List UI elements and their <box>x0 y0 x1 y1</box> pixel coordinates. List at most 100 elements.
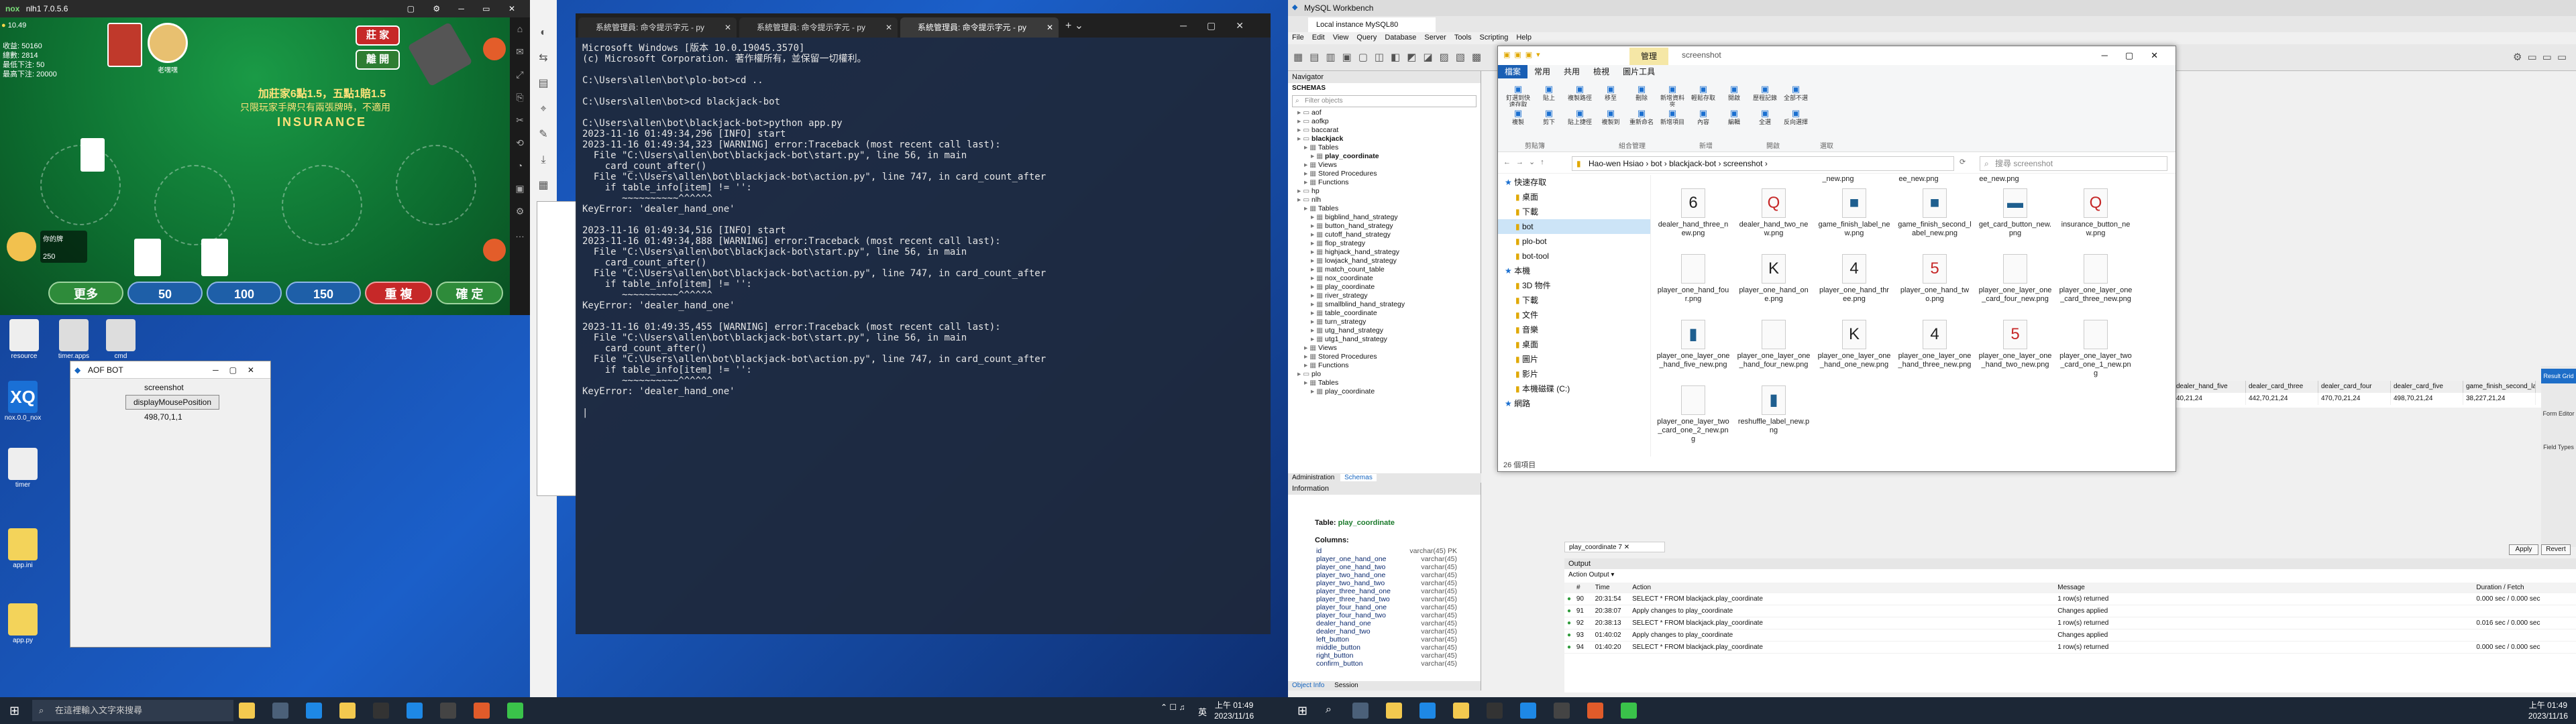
menu-item-query[interactable]: Query <box>1352 32 1381 43</box>
display-mouse-position-button[interactable]: displayMousePosition <box>125 395 219 410</box>
terminal-icon[interactable] <box>373 703 389 719</box>
terminal-output[interactable]: Microsoft Windows [版本 10.0.19045.3570] (c… <box>582 43 1260 619</box>
result-column-header[interactable]: game_finish_second_label <box>2463 381 2536 393</box>
ribbon-button[interactable]: ▣ 貼上 <box>1534 84 1564 107</box>
result-column-header[interactable]: dealer_hand_five <box>2174 381 2246 393</box>
desktop-icon-timer-apps[interactable]: timer.apps <box>54 319 94 360</box>
clock[interactable]: 上午 01:49 2023/11/16 <box>2528 700 2568 721</box>
file-item[interactable]: ee_new.png <box>1882 175 1955 184</box>
ribbon-button[interactable]: ▣ 全部不選 <box>1781 84 1811 107</box>
menu-item-tools[interactable]: Tools <box>1450 32 1476 43</box>
result-grid-toggle[interactable]: Result Grid <box>2541 369 2576 383</box>
nox-window-controls[interactable]: ▢ ⚙ ─ ▭ ✕ <box>407 0 523 17</box>
output-row[interactable]: ● 93 01:40:02 Apply changes to play_coordin… <box>1564 629 2576 642</box>
file-item[interactable]: player_one_layer_one_card_four_new.png <box>1978 254 2052 304</box>
ribbon-tab[interactable]: 常用 <box>1527 65 1557 78</box>
nav-pane-item[interactable]: ▮ 下載 <box>1498 204 1650 219</box>
schema-tree-item[interactable]: ▸ ▦ Functions <box>1291 178 1481 187</box>
explorer-taskbar-icon[interactable] <box>1386 703 1402 719</box>
apply-button[interactable]: Apply <box>2509 544 2538 555</box>
output-row[interactable]: ● 91 20:38:07 Apply changes to play_coordin… <box>1564 605 2576 617</box>
desktop-icon-timer[interactable]: timer <box>3 448 43 489</box>
explorer-window-controls[interactable]: ─▢✕ <box>2088 46 2176 65</box>
file-item[interactable]: Qinsurance_button_new.png <box>2059 188 2133 238</box>
seat-2[interactable] <box>154 165 235 245</box>
line-icon[interactable] <box>507 703 523 719</box>
nav-pane-item[interactable]: ▮ 影片 <box>1498 367 1650 381</box>
close-icon[interactable]: ✕ <box>885 17 892 38</box>
result-column-header[interactable]: dealer_card_four <box>2318 381 2391 393</box>
output-row[interactable]: ● 90 20:31:54 SELECT * FROM blackjack.play_… <box>1564 593 2576 605</box>
folder-icon[interactable] <box>339 703 356 719</box>
nav-pane-item[interactable]: ★ 網路 <box>1498 396 1650 411</box>
schema-tree-item[interactable]: ▸ ▭ hp <box>1291 187 1481 196</box>
seat-3[interactable] <box>282 165 362 245</box>
app-icon[interactable] <box>306 703 322 719</box>
schema-tree-item[interactable]: ▸ ▦ flop_strategy <box>1291 239 1481 248</box>
schema-tree-item[interactable]: ▸ ▦ lowjack_hand_strategy <box>1291 257 1481 265</box>
schema-tree-item[interactable]: ▸ ▦ Functions <box>1291 361 1481 370</box>
schema-tree[interactable]: ▸ ▭ aof ▸ ▭ aofkp ▸ ▭ baccarat ▸ ▭ blackjac… <box>1288 109 1481 396</box>
chrome-icon[interactable] <box>474 703 490 719</box>
ribbon-button[interactable]: ▣ 新增項目 <box>1658 108 1687 131</box>
schema-tree-item[interactable]: ▸ ▦ utg1_hand_strategy <box>1291 335 1481 344</box>
desktop-icon-app-ini[interactable]: app.ini <box>3 528 43 569</box>
terminal-tab-1[interactable]: 系統管理員: 命令提示字元 - py ✕ <box>578 17 737 38</box>
folder-icon[interactable] <box>1453 703 1469 719</box>
output-row[interactable]: ● 94 01:40:20 SELECT * FROM blackjack.play_… <box>1564 642 2576 654</box>
taskview-icon[interactable] <box>272 703 288 719</box>
nox-side-icons[interactable]: ⌂ ✉ ⤢ ⎘ ✂ ⟲ ◔ ▣ ⚙… <box>510 17 530 245</box>
taskview-icon[interactable] <box>1352 703 1368 719</box>
ribbon-tab[interactable]: 圖片工具 <box>1616 65 1662 78</box>
menu-item-file[interactable]: File <box>1288 32 1308 43</box>
nav-pane-item[interactable]: ▮ 桌面 <box>1498 337 1650 352</box>
schema-tree-item[interactable]: ▸ ▭ baccarat <box>1291 126 1481 135</box>
filter-objects-input[interactable]: ⌕ Filter objects <box>1292 95 1477 107</box>
schema-tree-item[interactable]: ▸ ▭ nlh <box>1291 196 1481 204</box>
schema-tree-item[interactable]: ▸ ▭ aofkp <box>1291 117 1481 126</box>
banker-button[interactable]: 莊 家 <box>356 25 400 46</box>
revert-button[interactable]: Revert <box>2541 544 2571 555</box>
nav-pane-item[interactable]: ▮ 文件 <box>1498 308 1650 322</box>
file-item[interactable]: ■ game_finish_second_label_new.png <box>1898 188 1972 238</box>
terminal-tab-2[interactable]: 系統管理員: 命令提示字元 - py ✕ <box>739 17 898 38</box>
schema-tree-item[interactable]: ▸ ▦ bigblind_hand_strategy <box>1291 213 1481 222</box>
result-column-header[interactable]: dealer_card_five <box>2391 381 2463 393</box>
menu-item-scripting[interactable]: Scripting <box>1476 32 1513 43</box>
schema-tree-item[interactable]: ▸ ▦ play_coordinate <box>1291 387 1481 396</box>
nav-pane-item[interactable]: ★ 快速存取 <box>1498 175 1650 190</box>
ribbon-button[interactable]: ▣ 移至 <box>1596 84 1625 107</box>
refresh-icon[interactable]: ⟳ <box>1960 158 1966 166</box>
chrome-icon[interactable] <box>1587 703 1603 719</box>
schema-tree-item[interactable]: ▸ ▦ Stored Procedures <box>1291 353 1481 361</box>
vscode-icon[interactable] <box>1520 703 1536 719</box>
query-result-tab[interactable]: play_coordinate 7 ✕ <box>1564 542 1665 552</box>
ribbon-button[interactable]: ▣ 複製 <box>1503 108 1533 131</box>
ribbon-button[interactable]: ▣ 開啟 <box>1719 84 1749 107</box>
vscode-icon[interactable] <box>407 703 423 719</box>
desktop-icon-resource[interactable]: resource <box>4 319 44 360</box>
terminal-tab-3[interactable]: 系統管理員: 命令提示字元 - py ✕ <box>900 17 1059 38</box>
menu-icon[interactable] <box>483 38 506 60</box>
schema-tree-item[interactable]: ▸ ▦ utg_hand_strategy <box>1291 326 1481 335</box>
schema-tree-item[interactable]: ▸ ▦ Views <box>1291 161 1481 170</box>
action-output-select[interactable]: Action Output ▾ <box>1564 569 2576 583</box>
chip-150-button[interactable]: 150 <box>286 282 361 304</box>
ribbon-button[interactable]: ▣ 全選 <box>1750 108 1780 131</box>
tray-icons[interactable]: ⌃ ☐ ♫ <box>1161 703 1185 712</box>
app-icon[interactable] <box>1419 703 1436 719</box>
schemas-tab[interactable]: Schemas <box>1340 474 1377 481</box>
file-item[interactable]: Kplayer_one_hand_one.png <box>1737 254 1811 304</box>
menu-item-database[interactable]: Database <box>1381 32 1420 43</box>
result-cell[interactable]: 470,70,21,24 <box>2318 393 2391 405</box>
ribbon-button[interactable]: ▣ 反向選擇 <box>1781 108 1811 131</box>
ribbon-button[interactable]: ▣ 輕鬆存取 <box>1688 84 1718 107</box>
ribbon-tab[interactable]: 檢視 <box>1587 65 1616 78</box>
terminal-window-controls[interactable]: ─▢✕ <box>1177 13 1271 38</box>
schema-tree-item[interactable]: ▸ ▦ match_count_table <box>1291 265 1481 274</box>
file-item[interactable]: ▬ get_card_button_new.png <box>1978 188 2052 238</box>
new-tab-button[interactable]: + ⌄ <box>1065 19 1083 32</box>
form-editor-toggle[interactable]: Form Editor <box>2541 410 2576 417</box>
line-icon[interactable] <box>1621 703 1637 719</box>
result-cell[interactable]: 442,70,21,24 <box>2246 393 2318 405</box>
